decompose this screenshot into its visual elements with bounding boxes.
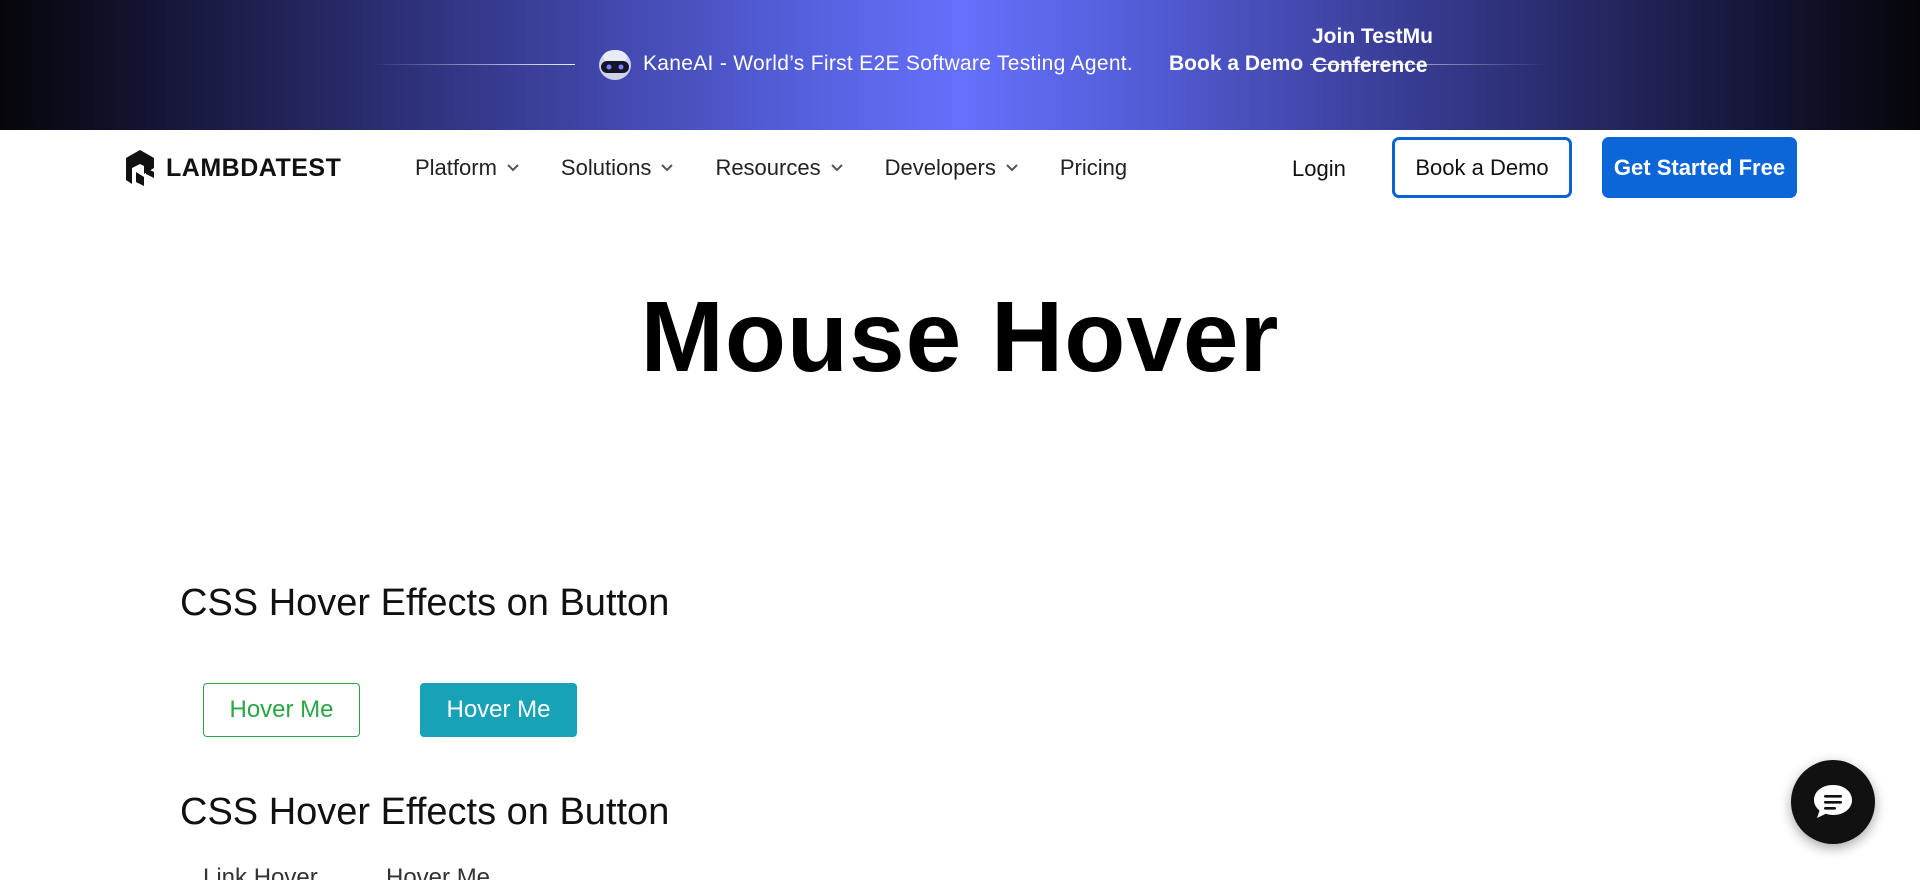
banner-book-demo-link[interactable]: Book a Demo [1169,52,1303,76]
chevron-down-icon [830,164,843,172]
banner-conference-link[interactable]: Join TestMu Conference [1312,22,1472,80]
chevron-down-icon [507,164,519,172]
nav-item-developers[interactable]: Developers [885,155,1018,181]
hover-me-outline-button[interactable]: Hover Me [203,683,360,737]
chevron-down-icon [1006,164,1018,172]
nav-item-resources[interactable]: Resources [715,155,843,181]
nav-item-pricing[interactable]: Pricing [1060,155,1127,181]
banner-promo-text: KaneAI - World’s First E2E Software Test… [643,52,1134,75]
nav-item-platform[interactable]: Platform [415,155,519,181]
main-nav: Platform Solutions Resources Developers … [415,130,1169,206]
section-title-button-hover: CSS Hover Effects on Button [180,582,670,624]
chat-bubble-icon [1814,785,1852,818]
nav-item-label: Developers [884,155,996,180]
chat-widget-button[interactable] [1791,760,1875,844]
section-title-link-hover: CSS Hover Effects on Button [180,791,670,833]
lambdatest-logo-icon [126,150,154,186]
nav-item-label: Solutions [560,155,652,180]
login-link[interactable]: Login [1292,156,1346,182]
page: KaneAI - World’s First E2E Software Test… [0,0,1920,880]
book-demo-button[interactable]: Book a Demo [1392,137,1572,198]
nav-item-solutions[interactable]: Solutions [561,155,674,181]
promo-banner: KaneAI - World’s First E2E Software Test… [0,0,1920,130]
hover-me-link[interactable]: Hover Me [386,864,490,880]
logo-text: LAMBDATEST [166,153,342,182]
page-title: Mouse Hover [640,281,1280,393]
get-started-free-button[interactable]: Get Started Free [1602,137,1797,198]
site-header: LAMBDATEST Platform Solutions Resources … [0,130,1920,206]
kaneai-robot-icon [597,47,633,81]
hover-me-filled-button[interactable]: Hover Me [420,683,577,737]
chevron-down-icon [661,164,674,172]
lambdatest-logo[interactable]: LAMBDATEST [122,148,341,188]
link-hover-link[interactable]: Link Hover [203,864,318,880]
nav-item-label: Resources [715,155,821,180]
nav-item-label: Platform [415,155,497,180]
banner-divider-left [370,64,575,65]
nav-item-label: Pricing [1059,155,1128,180]
